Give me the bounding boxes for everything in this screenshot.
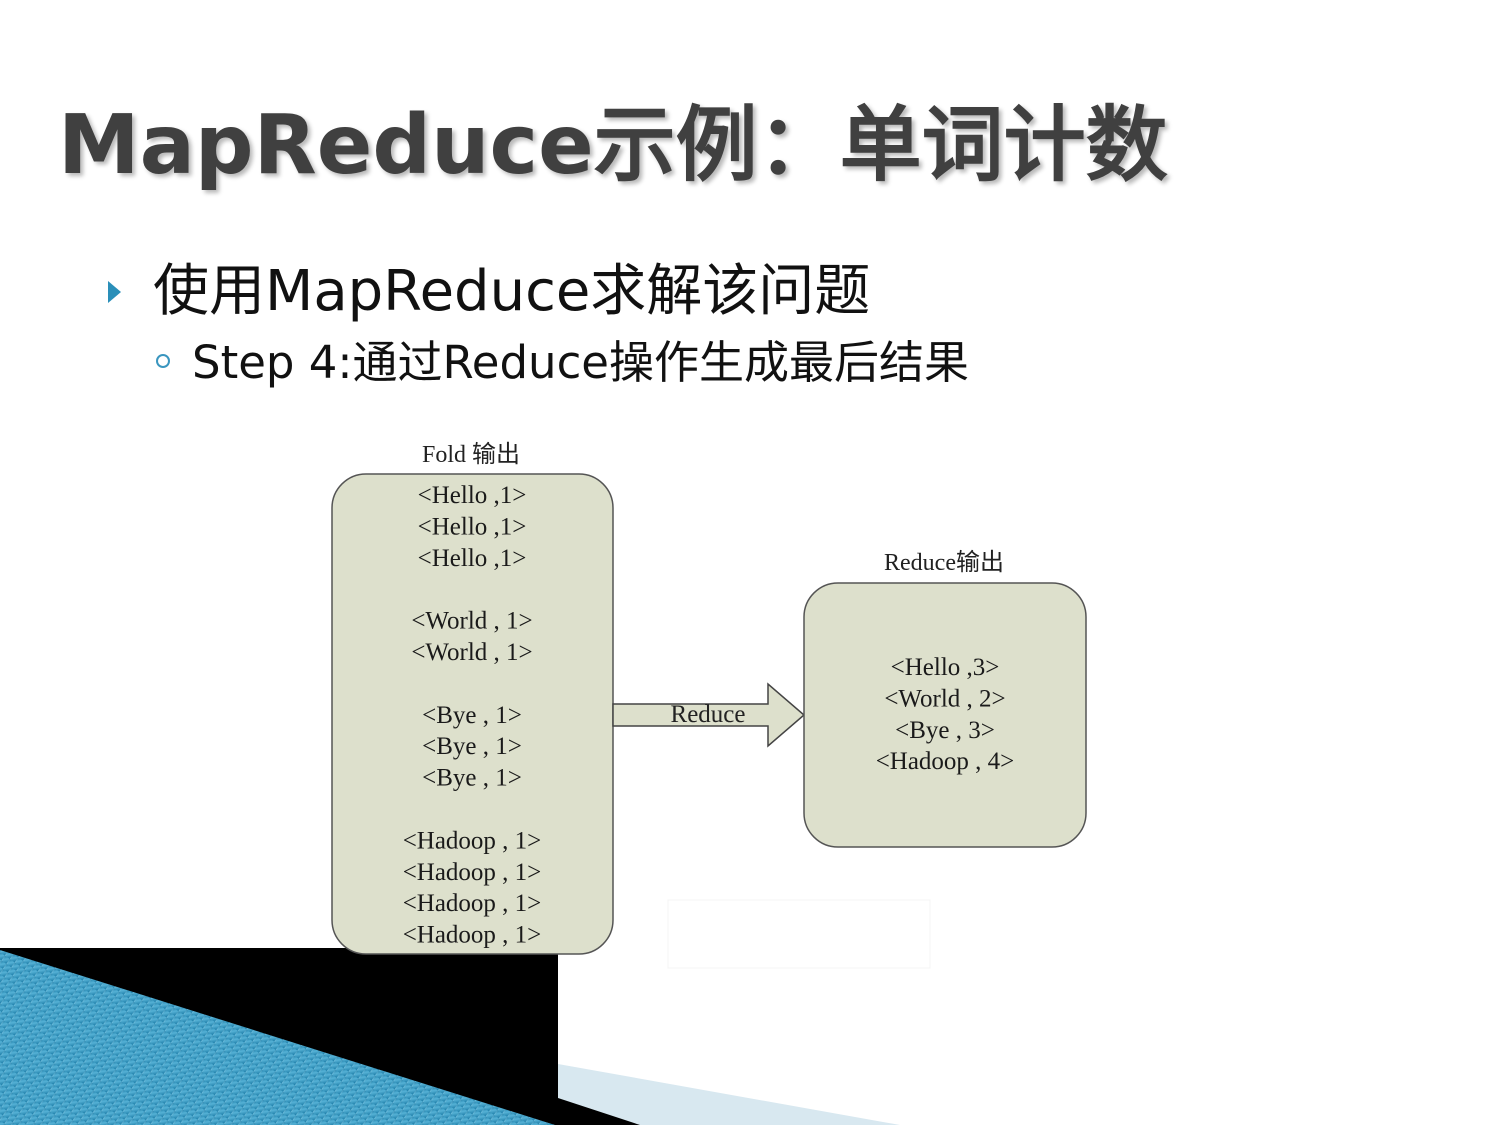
- fold_box-line: <Hadoop , 1>: [403, 827, 542, 854]
- reduce_box-line: <Hello ,3>: [891, 654, 1000, 681]
- fold_box-line: <Bye , 1>: [422, 702, 522, 729]
- blank-rectangle: [667, 899, 931, 969]
- fold_box-line: <World , 1>: [411, 639, 532, 666]
- fold_box-line: <Bye , 1>: [422, 765, 522, 792]
- fold_box-line: <Hadoop , 1>: [403, 922, 542, 949]
- fold_box-line: <Hadoop , 1>: [403, 859, 542, 886]
- fold-output-lines: <Hello ,1> <Hello ,1> <Hello ,1> <World , 1…: [403, 482, 542, 949]
- reduce-diagram: Fold 输出 <Hello ,1> <Hello ,1> <Hello ,1> <W…: [0, 441, 1087, 1125]
- reduce-output-label: Reduce输出: [884, 549, 1004, 576]
- reduce-output-box: [803, 582, 1087, 848]
- fold-output-label: Fold 输出: [422, 441, 520, 468]
- fold_box-line: <World , 1>: [411, 608, 532, 635]
- fold_box-line: <Hello ,1>: [418, 545, 527, 572]
- reduce_box-line: <World , 2>: [884, 685, 1005, 712]
- fold_box-line: <Bye , 1>: [422, 733, 522, 760]
- reduce_box-line: <Bye , 3>: [895, 717, 995, 744]
- slide: MapReduce示例：单词计数 使用MapReduce求解该问题 Step 4…: [0, 0, 1500, 1125]
- reduce_box-line: <Hadoop , 4>: [876, 748, 1015, 775]
- fold_box-line: <Hello ,1>: [418, 513, 527, 540]
- fold_box-line: <Hadoop , 1>: [403, 890, 542, 917]
- fold_box-line: <Hello ,1>: [418, 482, 527, 509]
- reduce-arrow-label: Reduce: [671, 701, 746, 728]
